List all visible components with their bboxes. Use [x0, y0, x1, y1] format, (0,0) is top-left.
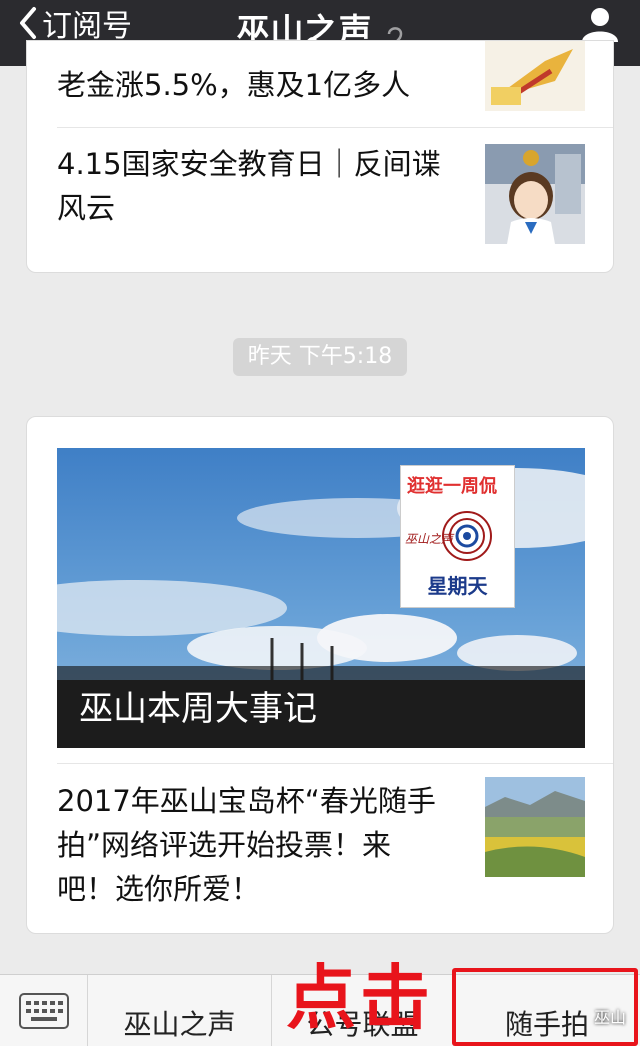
landscape-photo-icon — [485, 777, 585, 877]
badge-top-text: 逛逛一周侃 — [407, 476, 497, 497]
watermark: 巫山 — [593, 1008, 626, 1027]
weekly-badge: 逛逛一周侃 巫山之声 星期天 — [400, 465, 515, 608]
keyboard-toggle-button[interactable] — [0, 975, 88, 1046]
hero-title: 巫山本周大事记 — [79, 689, 317, 729]
article-thumbnail — [485, 41, 585, 111]
timestamp-badge: 昨天 下午5:18 — [233, 338, 407, 376]
menu-item-wushan-voice[interactable]: 巫山之声 — [88, 975, 272, 1046]
click-annotation: 点击 — [286, 957, 434, 1039]
keyboard-icon — [18, 993, 69, 1029]
article-card: 老金涨5.5%，惠及1亿多人 4.15国家安全教育日｜反间谍风云 — [26, 40, 614, 273]
hero-article[interactable]: 逛逛一周侃 巫山之声 星期天 巫山本周大事记 — [57, 448, 585, 748]
article-title: 老金涨5.5%，惠及1亿多人 — [57, 68, 411, 102]
badge-logo-text: 巫山之声 — [405, 532, 454, 546]
article-item[interactable]: 老金涨5.5%，惠及1亿多人 — [57, 41, 585, 127]
cartoon-officer-icon — [485, 144, 585, 244]
money-illustration-icon — [485, 41, 585, 111]
article-item[interactable]: 2017年巫山宝岛杯“春光随手拍”网络评选开始投票！来吧！选你所爱！ — [57, 764, 585, 933]
badge-day-text: 星期天 — [427, 574, 488, 598]
article-thumbnail — [485, 777, 585, 877]
article-title: 2017年巫山宝岛杯“春光随手拍”网络评选开始投票！来吧！选你所爱！ — [57, 784, 436, 906]
article-card: 逛逛一周侃 巫山之声 星期天 巫山本周大事记 2017年巫山宝岛杯“春光随手拍”… — [26, 416, 614, 934]
article-item[interactable]: 4.15国家安全教育日｜反间谍风云 — [57, 128, 585, 272]
person-icon — [582, 8, 618, 42]
article-thumbnail — [485, 144, 585, 244]
article-title: 4.15国家安全教育日｜反间谍风云 — [57, 147, 441, 225]
